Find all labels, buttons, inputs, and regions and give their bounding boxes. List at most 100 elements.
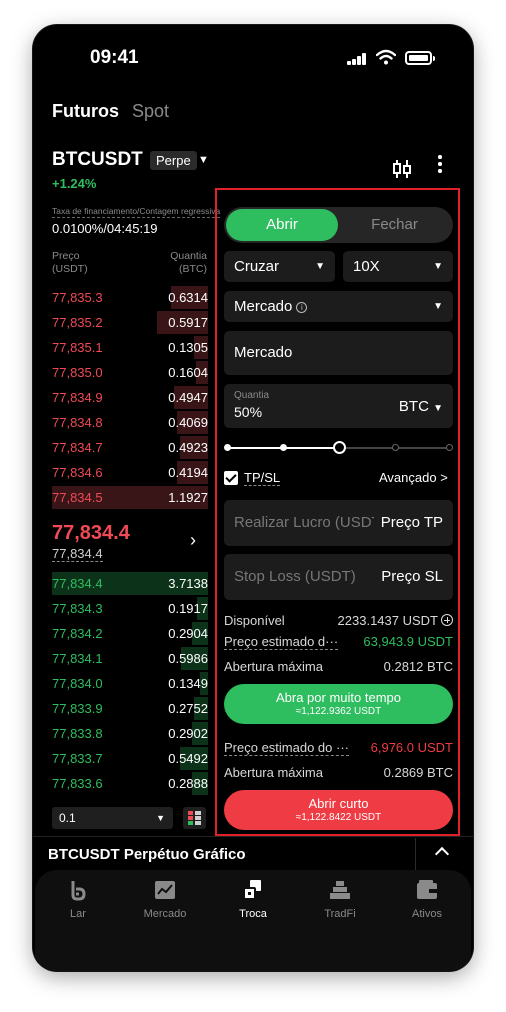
ask-row[interactable]: 77,834.6 0.4194 xyxy=(52,461,208,484)
tpsl-checkbox[interactable] xyxy=(224,471,238,485)
depth-precision-select[interactable]: 0.1 ▼ xyxy=(52,807,173,829)
bid-row[interactable]: 77,834.1 0.5986 xyxy=(52,647,208,670)
est-liq-price-short-value: 6,976.0 USDT xyxy=(370,740,453,755)
bid-qty: 0.5492 xyxy=(168,751,208,766)
orderbook-layout-icon[interactable] xyxy=(183,807,206,829)
mark-price: 77,834.4 xyxy=(52,546,103,562)
ask-qty: 0.4947 xyxy=(168,390,208,405)
ask-price: 77,834.9 xyxy=(52,390,103,405)
slider-tick-25[interactable] xyxy=(280,444,287,451)
more-options-icon[interactable] xyxy=(435,155,445,176)
nav-item-home[interactable]: Lar xyxy=(38,878,118,920)
quantity-input[interactable]: Quantia 50% BTC ▼ xyxy=(224,384,453,428)
bid-row[interactable]: 77,833.8 0.2902 xyxy=(52,722,208,745)
slider-tick-100[interactable] xyxy=(446,444,453,451)
candlestick-chart-icon[interactable] xyxy=(391,158,413,180)
chart-bar-title[interactable]: BTCUSDT Perpétuo Gráfico xyxy=(48,846,246,863)
tab-open[interactable]: Abrir xyxy=(226,209,338,241)
available-value: 2233.1437 USDT xyxy=(313,613,453,628)
open-short-button[interactable]: Abrir curto ≈1,122.8422 USDT xyxy=(224,790,453,830)
tab-close[interactable]: Fechar xyxy=(338,209,451,241)
divider xyxy=(33,836,473,837)
bid-row[interactable]: 77,833.6 0.2888 xyxy=(52,772,208,795)
chevron-up-icon[interactable] xyxy=(434,846,450,862)
ask-row[interactable]: 77,835.1 0.1305 xyxy=(52,336,208,359)
quantity-label: Quantia xyxy=(234,390,270,401)
stop-loss-input[interactable]: Stop Loss (USDT) Preço SL xyxy=(224,554,453,600)
bid-row[interactable]: 77,833.7 0.5492 xyxy=(52,747,208,770)
ask-row[interactable]: 77,834.5 1.1927 xyxy=(52,486,208,509)
ask-row[interactable]: 77,834.8 0.4069 xyxy=(52,411,208,434)
trade-icon xyxy=(243,880,261,900)
info-icon[interactable]: i xyxy=(296,302,308,313)
chevron-right-icon[interactable]: › xyxy=(190,530,196,551)
ask-row[interactable]: 77,835.0 0.1604 xyxy=(52,361,208,384)
add-funds-icon[interactable] xyxy=(441,614,453,626)
ask-qty: 0.4069 xyxy=(168,415,208,430)
ask-row[interactable]: 77,834.9 0.4947 xyxy=(52,386,208,409)
caret-down-icon: ▼ xyxy=(315,261,325,272)
price-input[interactable]: Mercado xyxy=(224,331,453,375)
ask-price: 77,835.2 xyxy=(52,315,103,330)
market-icon xyxy=(155,881,175,899)
nav-item-trade[interactable]: Troca xyxy=(213,878,293,920)
est-liq-price-long-label: Preço estimado d··· xyxy=(224,634,339,650)
ask-row[interactable]: 77,834.7 0.4923 xyxy=(52,436,208,459)
advanced-link[interactable]: Avançado > xyxy=(379,470,448,485)
orderbook-qty-header: Quantia (BTC) xyxy=(170,250,207,275)
bid-price: 77,834.3 xyxy=(52,601,103,616)
nav-item-tradfi[interactable]: TradFi xyxy=(300,878,380,920)
bid-row[interactable]: 77,834.2 0.2904 xyxy=(52,622,208,645)
caret-down-icon[interactable]: ▼ xyxy=(198,154,209,166)
cellular-signal-icon xyxy=(347,52,367,65)
tp-price-type[interactable]: Preço TP xyxy=(381,514,443,531)
leverage-select[interactable]: 10X ▼ xyxy=(343,251,453,282)
ask-row[interactable]: 77,835.3 0.6314 xyxy=(52,286,208,309)
nav-item-assets[interactable]: Ativos xyxy=(387,878,467,920)
caret-down-icon: ▼ xyxy=(433,261,443,272)
instrument-symbol[interactable]: BTCUSDT xyxy=(52,149,143,171)
ask-price: 77,835.0 xyxy=(52,365,103,380)
bid-qty: 0.2902 xyxy=(168,726,208,741)
quantity-unit-select[interactable]: BTC ▼ xyxy=(399,398,443,415)
max-open-long-label: Abertura máxima xyxy=(224,659,323,674)
est-liq-price-long-value: 63,943.9 USDT xyxy=(363,634,453,649)
ask-row[interactable]: 77,835.2 0.5917 xyxy=(52,311,208,334)
bid-row[interactable]: 77,834.4 3.7138 xyxy=(52,572,208,595)
quantity-value: 50% xyxy=(234,404,263,420)
wallet-icon xyxy=(417,880,437,899)
contract-type-badge[interactable]: Perpe xyxy=(150,151,197,170)
home-icon xyxy=(71,881,86,901)
bid-price: 77,834.0 xyxy=(52,676,103,691)
nav-item-market[interactable]: Mercado xyxy=(125,878,205,920)
bid-qty: 0.1917 xyxy=(168,601,208,616)
ask-qty: 1.1927 xyxy=(168,490,208,505)
quantity-slider-handle[interactable] xyxy=(333,441,346,454)
ask-price: 77,834.6 xyxy=(52,465,103,480)
sl-price-type[interactable]: Preço SL xyxy=(381,568,443,585)
est-liq-price-short-label: Preço estimado do ··· xyxy=(224,740,349,756)
tab-futures[interactable]: Futuros xyxy=(52,101,119,122)
phone-frame: 09:41 Futuros Spot BTCUSDT Perpe ▼ +1.24… xyxy=(33,25,473,971)
tradfi-icon xyxy=(330,881,350,899)
take-profit-input[interactable]: Realizar Lucro (USDT) Preço TP xyxy=(224,500,453,546)
ask-qty: 0.1305 xyxy=(168,340,208,355)
bid-row[interactable]: 77,834.0 0.1349 xyxy=(52,672,208,695)
slider-tick-0[interactable] xyxy=(224,444,231,451)
ask-qty: 0.5917 xyxy=(168,315,208,330)
slider-tick-75[interactable] xyxy=(392,444,399,451)
ask-price: 77,835.3 xyxy=(52,290,103,305)
bid-row[interactable]: 77,834.3 0.1917 xyxy=(52,597,208,620)
caret-down-icon: ▼ xyxy=(156,813,165,823)
max-open-short-label: Abertura máxima xyxy=(224,765,323,780)
divider xyxy=(415,838,416,872)
bid-row[interactable]: 77,833.9 0.2752 xyxy=(52,697,208,720)
order-type-select[interactable]: Mercado i ▼ xyxy=(224,291,453,322)
status-time: 09:41 xyxy=(90,47,139,68)
tab-spot[interactable]: Spot xyxy=(132,101,169,122)
ask-qty: 0.4923 xyxy=(168,440,208,455)
margin-mode-select[interactable]: Cruzar ▼ xyxy=(224,251,335,282)
open-long-button[interactable]: Abra por muito tempo ≈1,122.9362 USDT xyxy=(224,684,453,724)
bid-price: 77,833.7 xyxy=(52,751,103,766)
max-open-long-value: 0.2812 BTC xyxy=(383,659,453,674)
